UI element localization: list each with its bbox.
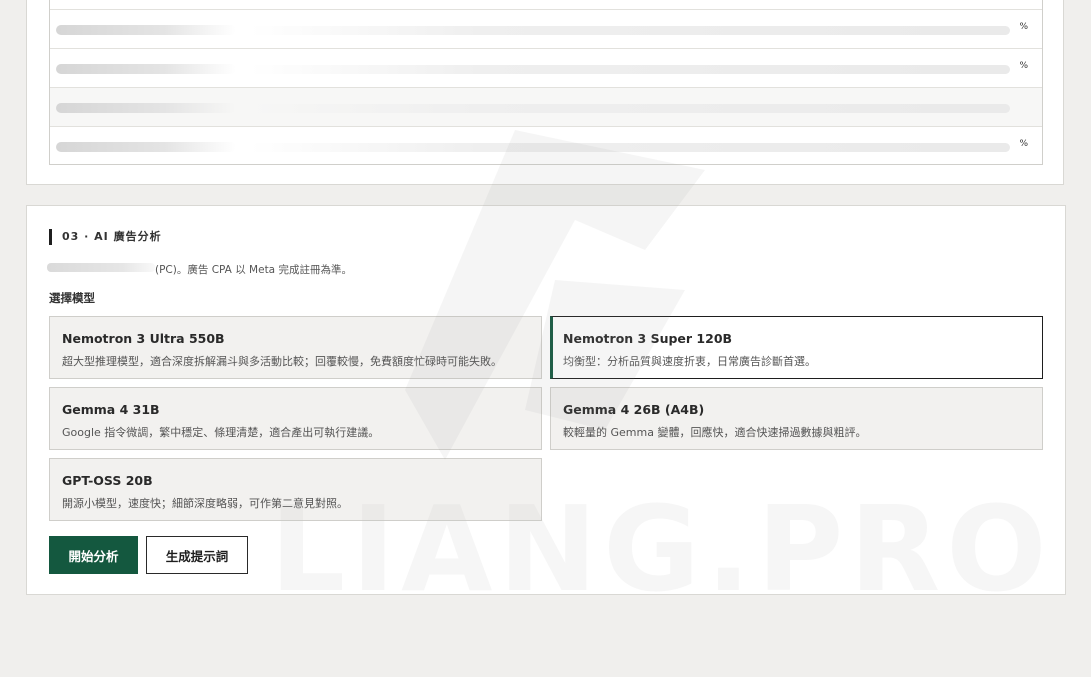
redacted-text xyxy=(250,65,1010,74)
redacted-text xyxy=(56,25,236,35)
generate-prompt-button[interactable]: 生成提示詞 xyxy=(146,536,248,574)
model-option-nemotron-ultra[interactable]: Nemotron 3 Ultra 550B 超大型推理模型，適合深度拆解漏斗與多… xyxy=(49,316,542,379)
model-name: Nemotron 3 Ultra 550B xyxy=(62,331,225,346)
table-row xyxy=(50,0,1042,9)
model-option-gemma-31b[interactable]: Gemma 4 31B Google 指令微調，繁中穩定、條理清楚，適合產出可執… xyxy=(49,387,542,450)
redacted-text xyxy=(250,143,1010,152)
percent-value: % xyxy=(1019,22,1028,32)
redacted-text xyxy=(56,103,236,113)
model-description: 較輕量的 Gemma 變體，回應快，適合快速掃過數據與粗評。 xyxy=(563,426,867,439)
table-row: % xyxy=(50,9,1042,48)
redacted-text xyxy=(47,263,155,272)
model-description: 均衡型：分析品質與速度折衷，日常廣告診斷首選。 xyxy=(563,355,816,368)
model-select-label: 選擇模型 xyxy=(49,291,95,305)
table-row xyxy=(50,87,1042,126)
redacted-text xyxy=(250,104,1010,113)
model-description: Google 指令微調，繁中穩定、條理清楚，適合產出可執行建議。 xyxy=(62,426,380,439)
model-name: Gemma 4 31B xyxy=(62,402,160,417)
model-description: 超大型推理模型，適合深度拆解漏斗與多活動比較；回覆較慢，免費額度忙碌時可能失敗。 xyxy=(62,355,502,368)
redacted-text xyxy=(250,26,1010,35)
model-name: Nemotron 3 Super 120B xyxy=(563,331,733,346)
model-name: Gemma 4 26B (A4B) xyxy=(563,402,705,417)
table-row: % xyxy=(50,48,1042,87)
section-note: (PC)。廣告 CPA 以 Meta 完成註冊為準。 xyxy=(155,264,352,276)
start-analysis-button[interactable]: 開始分析 xyxy=(49,536,138,574)
model-option-gemma-26b[interactable]: Gemma 4 26B (A4B) 較輕量的 Gemma 變體，回應快，適合快速… xyxy=(550,387,1043,450)
model-option-nemotron-super[interactable]: Nemotron 3 Super 120B 均衡型：分析品質與速度折衷，日常廣告… xyxy=(550,316,1043,379)
redacted-text xyxy=(56,142,236,152)
model-option-gpt-oss[interactable]: GPT-OSS 20B 開源小模型，速度快；細節深度略弱，可作第二意見對照。 xyxy=(49,458,542,521)
section-title: 03 · AI 廣告分析 xyxy=(49,229,162,245)
ad-data-table: % % % xyxy=(49,0,1043,165)
percent-value: % xyxy=(1019,139,1028,149)
redacted-text xyxy=(56,64,236,74)
model-description: 開源小模型，速度快；細節深度略弱，可作第二意見對照。 xyxy=(62,497,348,510)
table-row: % xyxy=(50,126,1042,165)
ad-data-card: % % % xyxy=(26,0,1064,185)
model-name: GPT-OSS 20B xyxy=(62,473,153,488)
percent-value: % xyxy=(1019,61,1028,71)
ai-analysis-card: 03 · AI 廣告分析 (PC)。廣告 CPA 以 Meta 完成註冊為準。 … xyxy=(26,205,1066,595)
